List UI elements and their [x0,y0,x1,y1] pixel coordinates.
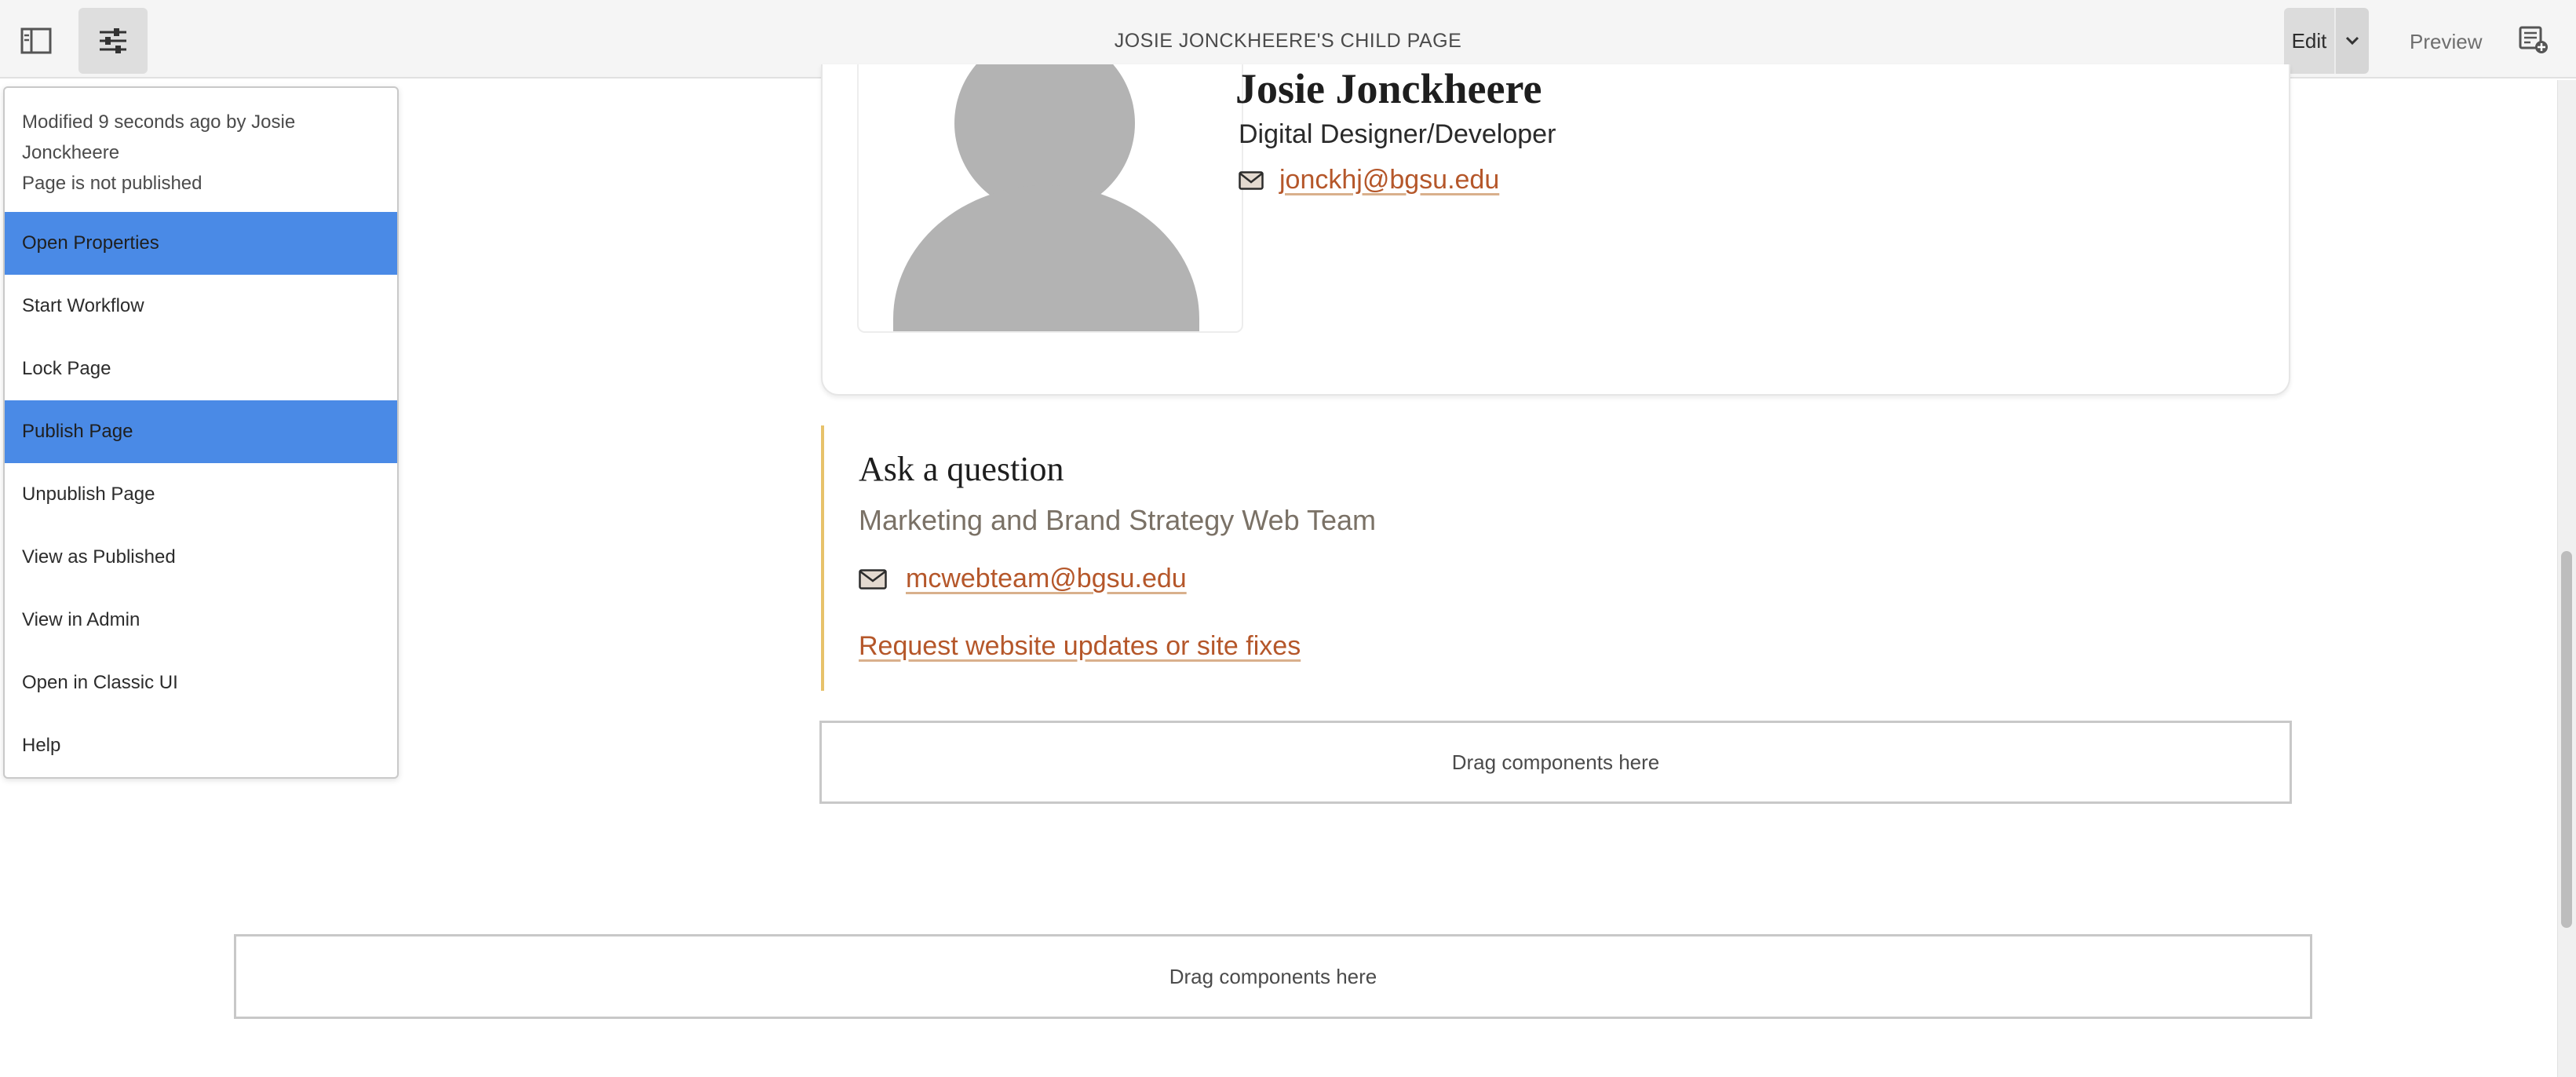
avatar [857,64,1243,333]
dropzone-inner[interactable]: Drag components here [819,721,2292,804]
menu-item-help[interactable]: Help [5,714,397,777]
scrollbar-thumb[interactable] [2561,551,2572,928]
dropzone-outer[interactable]: Drag components here [234,934,2312,1019]
profile-email-link[interactable]: jonckhj@bgsu.edu [1279,165,1499,195]
preview-button[interactable]: Preview [2410,30,2482,54]
modified-text: Modified 9 seconds ago by Josie Jonckhee… [22,111,296,163]
ask-email-row: mcwebteam@bgsu.edu [859,564,1187,594]
mode-dropdown-button[interactable] [2334,8,2369,74]
edit-mode-button[interactable]: Edit [2284,8,2334,74]
request-link-row: Request website updates or site fixes [859,631,1301,662]
annotate-button[interactable] [2518,24,2552,58]
sliders-icon [100,28,126,53]
ask-question-block[interactable]: Ask a question Marketing and Brand Strat… [821,425,1606,691]
menu-item-view-in-admin[interactable]: View in Admin [5,589,397,652]
chevron-down-icon [2345,36,2359,46]
page-status-info: Modified 9 seconds ago by Josie Jonckhee… [5,88,397,212]
scrollbar-track[interactable] [2557,80,2576,1077]
avatar-body [893,185,1199,331]
envelope-icon [859,568,887,590]
ask-question-heading: Ask a question [859,450,1064,488]
person-name: Josie Jonckheere [1235,65,1542,112]
person-title: Digital Designer/Developer [1239,119,1556,149]
menu-item-open-in-classic-ui[interactable]: Open in Classic UI [5,652,397,714]
envelope-icon [1239,170,1264,190]
publish-status: Page is not published [22,173,203,194]
menu-item-open-properties[interactable]: Open Properties [5,212,397,275]
menu-item-unpublish-page[interactable]: Unpublish Page [5,463,397,526]
request-updates-link[interactable]: Request website updates or site fixes [859,631,1301,661]
mode-selector: Edit [2284,8,2369,74]
menu-item-view-as-published[interactable]: View as Published [5,526,397,589]
menu-item-publish-page[interactable]: Publish Page [5,400,397,463]
page-title: JOSIE JONCKHEERE'S CHILD PAGE [1114,30,1462,52]
menu-items: Open Properties Start Workflow Lock Page Pu… [5,212,397,777]
toggle-side-panel-button[interactable] [6,8,66,74]
profile-card[interactable]: Josie Jonckheere Digital Designer/Develo… [821,64,2290,396]
team-email-link[interactable]: mcwebteam@bgsu.edu [906,564,1187,594]
menu-item-lock-page[interactable]: Lock Page [5,338,397,400]
ask-question-team: Marketing and Brand Strategy Web Team [859,504,1377,536]
menu-item-start-workflow[interactable]: Start Workflow [5,275,397,338]
annotate-icon [2519,26,2548,53]
profile-email-row: jonckhj@bgsu.edu [1239,165,1499,195]
page-information-menu: Modified 9 seconds ago by Josie Jonckhee… [3,86,399,779]
side-panel-icon [20,27,52,54]
page-information-button[interactable] [78,8,148,74]
